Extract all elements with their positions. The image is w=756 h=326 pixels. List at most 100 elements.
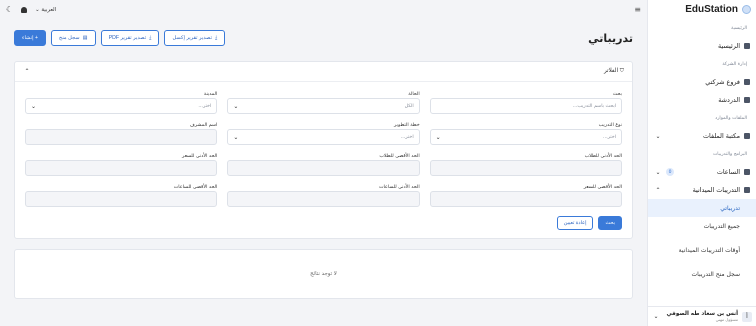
main-content: تدريباتي ⤓ تصدير تقرير إكسل ⤓ تصدير تقري… [14, 29, 633, 299]
create-button[interactable]: + إنشاء [14, 30, 47, 46]
sidebar-item-home[interactable]: الرئيسية [648, 37, 756, 55]
field-label: الحد الأقصى للساعات [173, 184, 218, 190]
chevron-down-icon: ⌄ [31, 102, 37, 110]
training-type-select[interactable]: اختر... ⌄ [429, 129, 622, 145]
bell-icon[interactable] [21, 6, 28, 13]
sidebar-header: EduStation [648, 0, 756, 19]
brand-logo-icon [742, 5, 751, 14]
field-label: الحد الأدنى للسعر [182, 153, 218, 159]
log-icon: ▤ [82, 35, 88, 41]
status-select[interactable]: الكل ⌄ [227, 98, 420, 114]
page-header: تدريباتي ⤓ تصدير تقرير إكسل ⤓ تصدير تقري… [14, 29, 633, 47]
chevron-down-icon: ⌄ [655, 132, 661, 140]
user-profile[interactable]: أ أنس بن سعاد طه الصوفي مسؤول مهني ⌄ [648, 306, 756, 326]
filters-title: الفلاتر [603, 68, 619, 74]
filter-status: الحالة الكل ⌄ [227, 90, 420, 114]
field-label: اسم المشرف [189, 122, 218, 128]
field-label: الحالة [408, 91, 420, 97]
sidebar-item-label: فروع شركتي [705, 78, 740, 86]
filter-min-students: الحد الأدنى للطلاب [429, 152, 622, 176]
filter-min-hours: الحد الأدنى للساعات [227, 183, 420, 207]
search-button[interactable]: بحث [598, 216, 622, 230]
export-pdf-button[interactable]: ⤓ تصدير تقرير PDF [100, 30, 160, 46]
filters-grid: بحث ابحث باسم التدريب... الحالة الكل ⌄ ا… [15, 82, 632, 211]
search-input[interactable]: ابحث باسم التدريب... [429, 98, 622, 114]
top-bar: ≡ العربية ⌄ ☾ [0, 0, 647, 19]
count-badge: 0 [666, 168, 674, 176]
dev-plan-select[interactable]: اختر... ⌄ [227, 129, 420, 145]
download-icon: ⤓ [215, 34, 218, 41]
sidebar-item-branches[interactable]: فروع شركتي [648, 73, 756, 91]
chat-icon [744, 97, 750, 103]
building-icon [744, 79, 750, 85]
sidebar-item-label: مكتبة الملفات [703, 132, 740, 140]
sidebar-section-title: الرئيسية [731, 25, 747, 31]
filters-card: ⛉ الفلاتر ⌃ بحث ابحث باسم التدريب... الح… [14, 61, 633, 239]
sidebar-item-label: الساعات [716, 168, 740, 176]
max-price-input[interactable] [429, 191, 622, 207]
filter-training-type: نوع التدريب اختر... ⌄ [429, 121, 622, 145]
download-icon: ⤓ [149, 34, 152, 41]
chevron-up-icon[interactable]: ⌃ [23, 68, 31, 75]
search-placeholder: ابحث باسم التدريب... [572, 103, 616, 109]
field-label: الحد الأدنى للطلاب [584, 153, 622, 159]
supervisor-input[interactable] [25, 129, 218, 145]
chevron-down-icon: ⌄ [653, 313, 659, 320]
max-hours-input[interactable] [25, 191, 218, 207]
field-label: الحد الأدنى للساعات [379, 184, 420, 190]
sidebar-item-label: الرئيسية [717, 42, 740, 50]
filter-min-price: الحد الأدنى للسعر [25, 152, 218, 176]
sidebar-section-title: الملفات والموارد [715, 115, 747, 121]
city-select[interactable]: اختر... ⌄ [25, 98, 218, 114]
page-title: تدريباتي [588, 31, 633, 45]
empty-state-text: لا توجد نتائج [310, 271, 337, 277]
chevron-down-icon: ⌄ [233, 102, 239, 110]
sidebar-section-title: البرامج والتدريبات [712, 151, 747, 157]
field-label: الحد الأقصى للطلاب [379, 153, 420, 159]
sidebar-item-file-library[interactable]: مكتبة الملفات ⌄ [648, 127, 756, 145]
sidebar-subitem-my-trainings[interactable]: تدريباتي [648, 199, 756, 217]
max-students-input[interactable] [227, 160, 420, 176]
sidebar-subitem-training-times[interactable]: أوقات التدريبات الميدانية [648, 235, 756, 265]
field-label: الحد الأقصى للسعر [583, 184, 622, 190]
filter-max-students: الحد الأقصى للطلاب [227, 152, 420, 176]
chevron-down-icon: ⌄ [435, 133, 441, 141]
export-excel-button[interactable]: ⤓ تصدير تقرير إكسل [164, 30, 226, 46]
sidebar-item-label: الدردشة [718, 96, 740, 104]
filter-max-price: الحد الأقصى للسعر [429, 183, 622, 207]
top-actions: العربية ⌄ ☾ [6, 5, 56, 14]
folder-icon [744, 133, 750, 139]
field-label: خطة التطوير [394, 122, 420, 128]
moon-icon[interactable]: ☾ [6, 5, 13, 14]
min-students-input[interactable] [429, 160, 622, 176]
training-icon [744, 187, 750, 193]
grant-log-button[interactable]: ▤ سجل منح [51, 30, 96, 46]
user-role: مسؤول مهني [715, 317, 738, 322]
select-value: اختر... [603, 134, 616, 140]
chevron-down-icon: ⌄ [655, 168, 661, 176]
field-label: نوع التدريب [598, 122, 622, 128]
sidebar-item-label: التدريبات الميدانية [692, 186, 740, 194]
filters-title-wrap: ⛉ الفلاتر [604, 68, 624, 75]
sidebar-subitem-grant-log[interactable]: سجل منح التدريبات [648, 265, 756, 283]
avatar: أ [742, 311, 752, 322]
sidebar-item-field-trainings[interactable]: التدريبات الميدانية ⌃ [648, 181, 756, 199]
field-label: المدينة [203, 91, 218, 97]
page-actions: ⤓ تصدير تقرير إكسل ⤓ تصدير تقرير PDF ▤ س… [14, 30, 226, 46]
min-price-input[interactable] [25, 160, 218, 176]
select-value: الكل [404, 103, 414, 109]
hamburger-icon[interactable]: ≡ [634, 5, 641, 14]
filter-actions: بحث إعادة تعيين [15, 211, 632, 238]
clock-icon [744, 169, 750, 175]
language-label: العربية [41, 6, 57, 13]
reset-button[interactable]: إعادة تعيين [556, 216, 594, 230]
language-switcher[interactable]: العربية ⌄ [35, 7, 56, 13]
sidebar-item-hours[interactable]: الساعات 0 ⌄ [648, 163, 756, 181]
chevron-down-icon: ⌄ [233, 133, 239, 141]
filter-dev-plan: خطة التطوير اختر... ⌄ [227, 121, 420, 145]
sidebar-subitem-all-trainings[interactable]: جميع التدريبات [648, 217, 756, 235]
min-hours-input[interactable] [227, 191, 420, 207]
sidebar-item-chat[interactable]: الدردشة [648, 91, 756, 109]
filter-search: بحث ابحث باسم التدريب... [429, 90, 622, 114]
filters-header[interactable]: ⛉ الفلاتر ⌃ [15, 62, 632, 82]
